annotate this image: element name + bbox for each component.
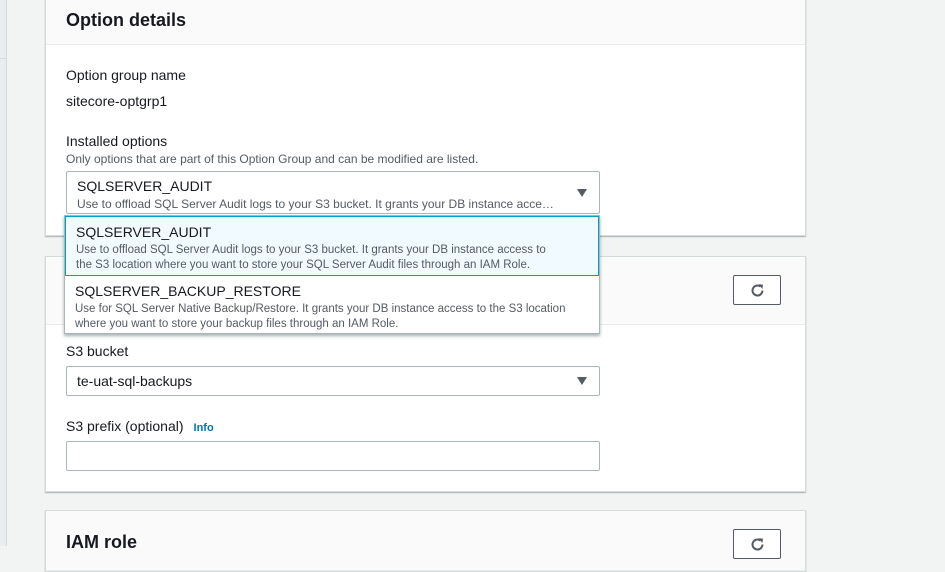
option-sqlserver-backup-restore[interactable]: SQLSERVER_BACKUP_RESTORE Use for SQL Ser…	[65, 276, 599, 334]
iam-role-panel: IAM role	[45, 510, 806, 572]
s3-prefix-info-link[interactable]: Info	[194, 422, 214, 434]
refresh-icon	[751, 284, 764, 297]
option-group-name-value: sitecore-optgrp1	[66, 93, 168, 109]
caret-down-icon	[577, 377, 587, 385]
option-title: SQLSERVER_BACKUP_RESTORE	[75, 283, 301, 299]
s3-prefix-label: S3 prefix (optional) Info	[66, 418, 214, 434]
side-navigation-rail	[0, 0, 7, 546]
selected-option-description: Use to offload SQL Server Audit logs to …	[77, 197, 554, 211]
s3-bucket-value: te-uat-sql-backups	[77, 373, 193, 389]
installed-options-description: Only options that are part of this Optio…	[66, 152, 479, 166]
iam-role-header: IAM role	[46, 511, 805, 571]
s3-bucket-label: S3 bucket	[66, 343, 129, 359]
iam-role-title: IAM role	[66, 532, 138, 552]
selected-option-title: SQLSERVER_AUDIT	[77, 178, 213, 194]
installed-options-label: Installed options	[66, 133, 168, 149]
caret-down-icon	[577, 189, 587, 197]
option-details-header: Option details	[46, 0, 805, 45]
s3-prefix-label-text: S3 prefix (optional)	[66, 418, 184, 434]
installed-options-select[interactable]: SQLSERVER_AUDIT Use to offload SQL Serve…	[66, 171, 600, 214]
option-description-line: Use for SQL Server Native Backup/Restore…	[75, 303, 566, 315]
iam-refresh-button[interactable]	[733, 529, 781, 559]
refresh-button[interactable]	[733, 275, 781, 305]
option-description-line: where you want to store your backup file…	[75, 318, 399, 330]
s3-prefix-input[interactable]	[66, 441, 600, 471]
s3-bucket-select[interactable]: te-uat-sql-backups	[66, 366, 600, 396]
option-details-title: Option details	[66, 10, 187, 30]
option-sqlserver-audit[interactable]: SQLSERVER_AUDIT Use to offload SQL Serve…	[65, 216, 599, 276]
refresh-icon	[751, 538, 764, 551]
option-description-line: the S3 location where you want to store …	[76, 259, 531, 271]
option-title: SQLSERVER_AUDIT	[76, 224, 212, 240]
option-details-panel: Option details Option group name sitecor…	[45, 0, 806, 236]
installed-options-dropdown-list: SQLSERVER_AUDIT Use to offload SQL Serve…	[64, 215, 600, 334]
option-group-name-label: Option group name	[66, 67, 186, 83]
rail-divider	[0, 58, 6, 59]
option-description-line: Use to offload SQL Server Audit logs to …	[76, 244, 546, 256]
